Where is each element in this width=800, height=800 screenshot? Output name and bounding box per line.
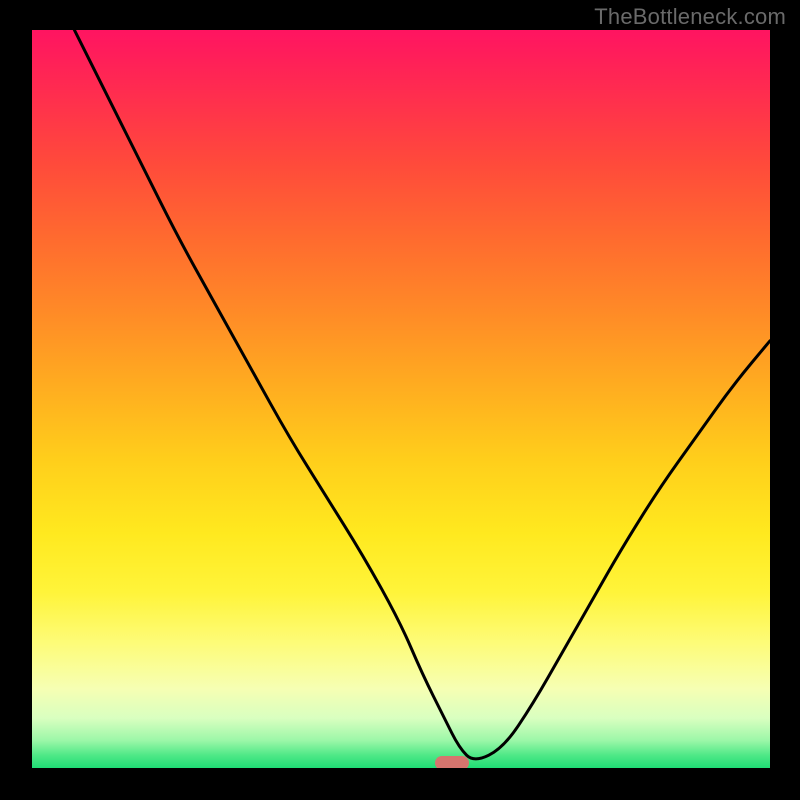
y-axis-line <box>28 28 32 772</box>
watermark-text: TheBottleneck.com <box>594 4 786 30</box>
bottleneck-curve <box>30 30 770 770</box>
x-axis-line <box>28 768 772 772</box>
chart-frame: TheBottleneck.com <box>0 0 800 800</box>
plot-area <box>30 30 770 770</box>
